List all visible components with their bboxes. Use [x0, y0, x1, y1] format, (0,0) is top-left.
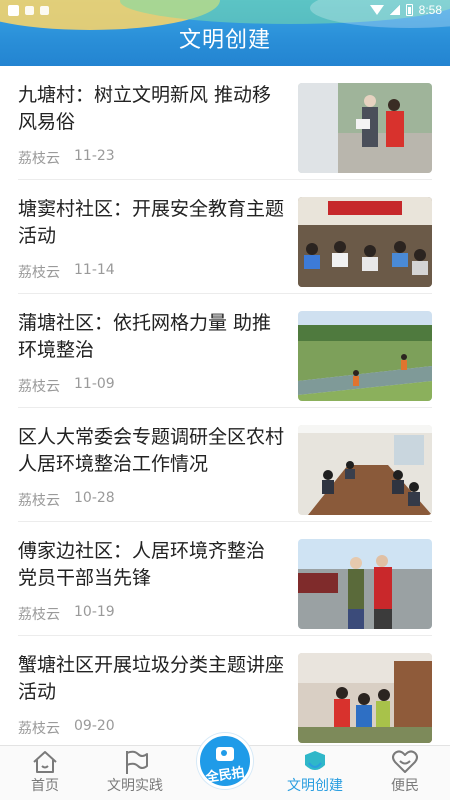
thumbnail-image	[298, 197, 432, 287]
article-title: 傅家边社区：人居环境齐整治 党员干部当先锋	[18, 540, 266, 589]
status-time: 8:58	[418, 3, 442, 17]
article-date: 11-14	[74, 262, 115, 278]
article-source: 荔枝云	[18, 265, 60, 281]
article-date: 09-20	[74, 718, 115, 734]
nav-label: 首页	[31, 778, 59, 794]
image-notification-icon	[25, 5, 34, 15]
article-title: 区人大常委会专题调研全区农村人居环境整治工作情况	[18, 426, 285, 475]
article-source: 荔枝云	[18, 493, 60, 509]
thumbnail-image	[298, 311, 432, 401]
article-title: 塘窦村社区：开展安全教育主题活动	[18, 198, 285, 247]
page-title: 文明创建	[178, 28, 271, 53]
article-item[interactable]: 九塘村：树立文明新风 推动移风易俗 荔枝云 11-23	[18, 66, 432, 180]
article-date: 10-28	[74, 490, 115, 506]
article-meta: 荔枝云 11-14	[18, 262, 115, 282]
article-thumbnail[interactable]	[298, 539, 432, 629]
article-date: 10-19	[74, 604, 115, 620]
nav-item-convenience[interactable]: 便民	[360, 746, 450, 800]
article-thumbnail[interactable]	[298, 197, 432, 287]
article-title: 蒲塘社区：依托网格力量 助推环境整治	[18, 312, 272, 361]
article-source: 荔枝云	[18, 607, 60, 623]
app-header: 8:58 文明创建	[0, 0, 450, 66]
article-thumbnail[interactable]	[298, 83, 432, 173]
article-list[interactable]: 九塘村：树立文明新风 推动移风易俗 荔枝云 11-23 塘窦村社区：开展安全教育…	[0, 66, 450, 746]
article-meta: 荔枝云 10-19	[18, 604, 115, 624]
article-date: 11-23	[74, 148, 115, 164]
article-item[interactable]: 傅家边社区：人居环境齐整治 党员干部当先锋 荔枝云 10-19	[18, 522, 432, 636]
article-thumbnail[interactable]	[298, 425, 432, 515]
status-bar: 8:58	[0, 0, 450, 20]
camera-icon	[216, 747, 234, 761]
article-source: 荔枝云	[18, 151, 60, 167]
thumbnail-image	[298, 539, 432, 629]
article-date: 11-09	[74, 376, 115, 392]
article-thumbnail[interactable]	[298, 653, 432, 743]
article-meta: 荔枝云 11-23	[18, 148, 115, 168]
nav-item-practice[interactable]: 文明实践	[90, 746, 180, 800]
nav-item-civilization[interactable]: 文明创建	[270, 746, 360, 800]
article-title: 九塘村：树立文明新风 推动移风易俗	[18, 84, 272, 133]
nav-label: 文明实践	[107, 778, 163, 794]
article-item[interactable]: 塘窦村社区：开展安全教育主题活动 荔枝云 11-14	[18, 180, 432, 294]
home-icon	[33, 751, 57, 773]
article-item[interactable]: 区人大常委会专题调研全区农村人居环境整治工作情况 荔枝云 10-28	[18, 408, 432, 522]
civilization-icon	[305, 751, 325, 770]
article-source: 荔枝云	[18, 721, 60, 737]
app-notification-icon	[40, 5, 49, 15]
thumbnail-image	[298, 425, 432, 515]
heart-icon	[392, 750, 418, 773]
article-meta: 荔枝云 10-28	[18, 490, 115, 510]
nav-label: 文明创建	[287, 778, 343, 794]
article-title: 蟹塘社区开展垃圾分类主题讲座活动	[18, 654, 285, 703]
flag-icon	[126, 750, 148, 774]
article-thumbnail[interactable]	[298, 311, 432, 401]
snapshot-button[interactable]: 全民拍	[197, 733, 253, 789]
battery-icon	[405, 4, 413, 16]
thumbnail-image	[298, 653, 432, 743]
article-source: 荔枝云	[18, 379, 60, 395]
signal-icon	[389, 5, 400, 15]
article-meta: 荔枝云 11-09	[18, 376, 115, 396]
notification-icon	[8, 4, 19, 16]
article-item[interactable]: 蟹塘社区开展垃圾分类主题讲座活动 荔枝云 09-20	[18, 636, 432, 746]
article-item[interactable]: 蒲塘社区：依托网格力量 助推环境整治 荔枝云 11-09	[18, 294, 432, 408]
wifi-icon	[369, 5, 384, 15]
article-meta: 荔枝云 09-20	[18, 718, 115, 738]
nav-label: 便民	[391, 778, 419, 794]
nav-item-home[interactable]: 首页	[0, 746, 90, 800]
thumbnail-image	[298, 83, 432, 173]
